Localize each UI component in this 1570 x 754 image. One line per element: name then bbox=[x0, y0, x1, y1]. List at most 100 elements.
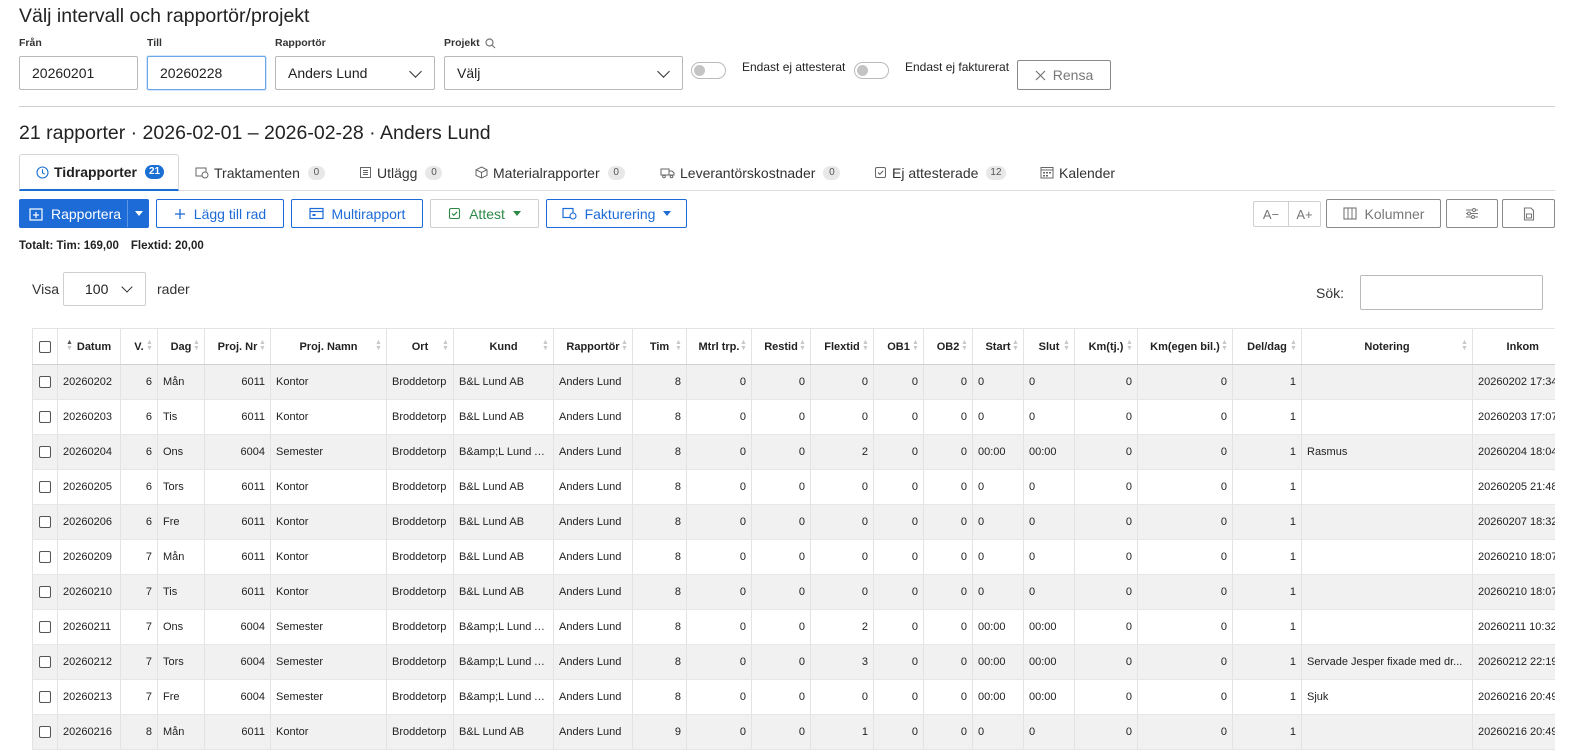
search-icon[interactable] bbox=[485, 37, 496, 49]
row-checkbox[interactable] bbox=[39, 516, 51, 529]
tab-tidrapporter[interactable]: Tidrapporter 21 bbox=[19, 154, 179, 191]
column-header-hours[interactable]: Tim ▲ ▼ bbox=[632, 328, 687, 365]
row-checkbox[interactable] bbox=[39, 691, 51, 704]
column-header-ob2[interactable]: OB2 ▲ ▼ bbox=[923, 328, 973, 365]
column-header-ob1[interactable]: OB1 ▲ ▼ bbox=[873, 328, 924, 365]
column-header-km-business[interactable]: Km(tj.) ▲ ▼ bbox=[1074, 328, 1138, 365]
cell-part-day: 1 bbox=[1232, 574, 1302, 610]
tab-utlagg[interactable]: Utlägg 0 bbox=[343, 154, 443, 191]
cell-reporter: Anders Lund bbox=[553, 679, 633, 715]
table-row[interactable]: 20260209 7 Mån 6011 Kontor Broddetorp B&L Lund… bbox=[32, 539, 1555, 575]
from-date-input[interactable]: 20260201 bbox=[19, 56, 138, 90]
tab-ej-attesterade[interactable]: Ej attesterade 12 bbox=[858, 154, 1006, 191]
tab-traktamenten[interactable]: Traktamenten 0 bbox=[179, 154, 325, 191]
report-button[interactable]: Rapportera bbox=[19, 199, 149, 228]
table-row[interactable]: 20260205 6 Tors 6011 Kontor Broddetorp B&L Lun… bbox=[32, 469, 1555, 505]
column-header-flex-time[interactable]: Flextid ▲ ▼ bbox=[810, 328, 874, 365]
column-header-customer[interactable]: Kund ▲ ▼ bbox=[453, 328, 554, 365]
table-row[interactable]: 20260203 6 Tis 6011 Kontor Broddetorp B&L Lund… bbox=[32, 399, 1555, 435]
row-checkbox-cell[interactable] bbox=[32, 434, 58, 470]
row-checkbox[interactable] bbox=[39, 446, 51, 459]
table-row[interactable]: 20260212 7 Tors 6004 Semester Broddetorp B&amp… bbox=[32, 644, 1555, 680]
cell-start: 00:00 bbox=[972, 644, 1024, 680]
multi-report-button[interactable]: Multirapport bbox=[291, 199, 423, 228]
row-checkbox-cell[interactable] bbox=[32, 644, 58, 680]
column-header-note[interactable]: Notering ▲ ▼ bbox=[1301, 328, 1473, 365]
column-header-proj-name[interactable]: Proj. Namn ▲ ▼ bbox=[270, 328, 387, 365]
row-checkbox[interactable] bbox=[39, 481, 51, 494]
font-smaller-button[interactable]: A− bbox=[1253, 201, 1288, 227]
tab-leverantorskostnader[interactable]: Leverantörskostnader 0 bbox=[644, 154, 841, 191]
column-header-label: OB1 bbox=[887, 340, 910, 353]
column-header-day[interactable]: Dag ▲ ▼ bbox=[157, 328, 205, 365]
row-checkbox-cell[interactable] bbox=[32, 469, 58, 505]
column-header-travel-time[interactable]: Restid ▲ ▼ bbox=[751, 328, 811, 365]
caret-down-icon[interactable] bbox=[135, 211, 143, 216]
column-header-proj-nr[interactable]: Proj. Nr ▲ ▼ bbox=[204, 328, 271, 365]
row-checkbox[interactable] bbox=[39, 656, 51, 669]
row-checkbox[interactable] bbox=[39, 551, 51, 564]
row-checkbox-cell[interactable] bbox=[32, 539, 58, 575]
cell-week: 6 bbox=[120, 469, 158, 505]
table-row[interactable]: 20260202 6 Mån 6011 Kontor Broddetorp B&L Lund… bbox=[32, 364, 1555, 400]
not-invoiced-toggle[interactable] bbox=[854, 62, 889, 79]
cell-customer: B&amp;L Lund AB bbox=[453, 644, 554, 680]
row-checkbox[interactable] bbox=[39, 376, 51, 389]
settings-button[interactable] bbox=[1446, 199, 1498, 228]
cell-day: Ons bbox=[157, 609, 205, 645]
row-checkbox[interactable] bbox=[39, 621, 51, 634]
to-date-input[interactable]: 20260228 bbox=[147, 56, 266, 90]
column-header-date[interactable]: ▲ ▼ Datum bbox=[57, 328, 121, 365]
row-checkbox[interactable] bbox=[39, 726, 51, 739]
page-size-select[interactable]: 100 bbox=[63, 272, 146, 306]
cell-received: 20260212 22:19 bbox=[1472, 644, 1555, 680]
sort-icon: ▲ ▼ bbox=[375, 339, 382, 352]
row-checkbox-cell[interactable] bbox=[32, 504, 58, 540]
tab-kalender[interactable]: Kalender bbox=[1024, 154, 1115, 191]
column-header-end[interactable]: Slut ▲ ▼ bbox=[1023, 328, 1075, 365]
cell-reporter: Anders Lund bbox=[553, 504, 633, 540]
cell-end: 00:00 bbox=[1023, 434, 1075, 470]
table-row[interactable]: 20260216 8 Mån 6011 Kontor Broddetorp B&L Lund… bbox=[32, 714, 1555, 750]
row-checkbox-cell[interactable] bbox=[32, 574, 58, 610]
row-checkbox[interactable] bbox=[39, 411, 51, 424]
table-row[interactable]: 20260204 6 Ons 6004 Semester Broddetorp B&amp;… bbox=[32, 434, 1555, 470]
font-larger-button[interactable]: A+ bbox=[1288, 201, 1321, 227]
table-row[interactable]: 20260213 7 Fre 6004 Semester Broddetorp B&amp;… bbox=[32, 679, 1555, 715]
column-header-km-own-car[interactable]: Km(egen bil.) ▲ ▼ bbox=[1137, 328, 1233, 365]
cell-proj-nr: 6004 bbox=[204, 679, 271, 715]
row-checkbox-cell[interactable] bbox=[32, 679, 58, 715]
row-checkbox-cell[interactable] bbox=[32, 399, 58, 435]
column-header-start[interactable]: Start ▲ ▼ bbox=[972, 328, 1024, 365]
column-header-received[interactable]: Inkom▲▼ bbox=[1472, 328, 1555, 365]
row-checkbox-cell[interactable] bbox=[32, 714, 58, 750]
column-header-reporter[interactable]: Rapportör ▲ ▼ bbox=[553, 328, 633, 365]
row-checkbox[interactable] bbox=[39, 586, 51, 599]
columns-button[interactable]: Kolumner bbox=[1326, 199, 1441, 228]
table-row[interactable]: 20260206 6 Fre 6011 Kontor Broddetorp B&L Lund… bbox=[32, 504, 1555, 540]
cell-start: 00:00 bbox=[972, 434, 1024, 470]
project-select[interactable]: Välj bbox=[444, 56, 683, 90]
export-button[interactable] bbox=[1502, 199, 1555, 228]
row-checkbox-cell[interactable] bbox=[32, 364, 58, 400]
select-all-checkbox[interactable] bbox=[39, 340, 51, 353]
row-checkbox-cell[interactable] bbox=[32, 609, 58, 645]
column-header-location[interactable]: Ort ▲ ▼ bbox=[386, 328, 454, 365]
column-header-week[interactable]: V. ▲ ▼ bbox=[120, 328, 158, 365]
clear-button[interactable]: Rensa bbox=[1017, 60, 1111, 90]
not-approved-toggle[interactable] bbox=[691, 62, 726, 79]
attest-button[interactable]: Attest bbox=[430, 199, 539, 228]
column-header-mtrl-trp[interactable]: Mtrl trp. ▲ ▼ bbox=[686, 328, 752, 365]
invoice-button[interactable]: Fakturering bbox=[546, 199, 687, 228]
search-input[interactable] bbox=[1360, 275, 1543, 310]
cell-date: 20260216 bbox=[57, 714, 121, 750]
cell-km-own-car: 0 bbox=[1137, 609, 1233, 645]
select-all-checkbox-cell[interactable] bbox=[32, 328, 58, 365]
cell-customer: B&amp;L Lund AB bbox=[453, 679, 554, 715]
table-row[interactable]: 20260210 7 Tis 6011 Kontor Broddetorp B&L Lund… bbox=[32, 574, 1555, 610]
tab-materialrapporter[interactable]: Materialrapporter 0 bbox=[459, 154, 625, 191]
table-row[interactable]: 20260211 7 Ons 6004 Semester Broddetorp B&amp;… bbox=[32, 609, 1555, 645]
reporter-select[interactable]: Anders Lund bbox=[275, 56, 435, 90]
column-header-part-day[interactable]: Del/dag ▲ ▼ bbox=[1232, 328, 1302, 365]
add-row-button[interactable]: Lägg till rad bbox=[156, 199, 284, 228]
